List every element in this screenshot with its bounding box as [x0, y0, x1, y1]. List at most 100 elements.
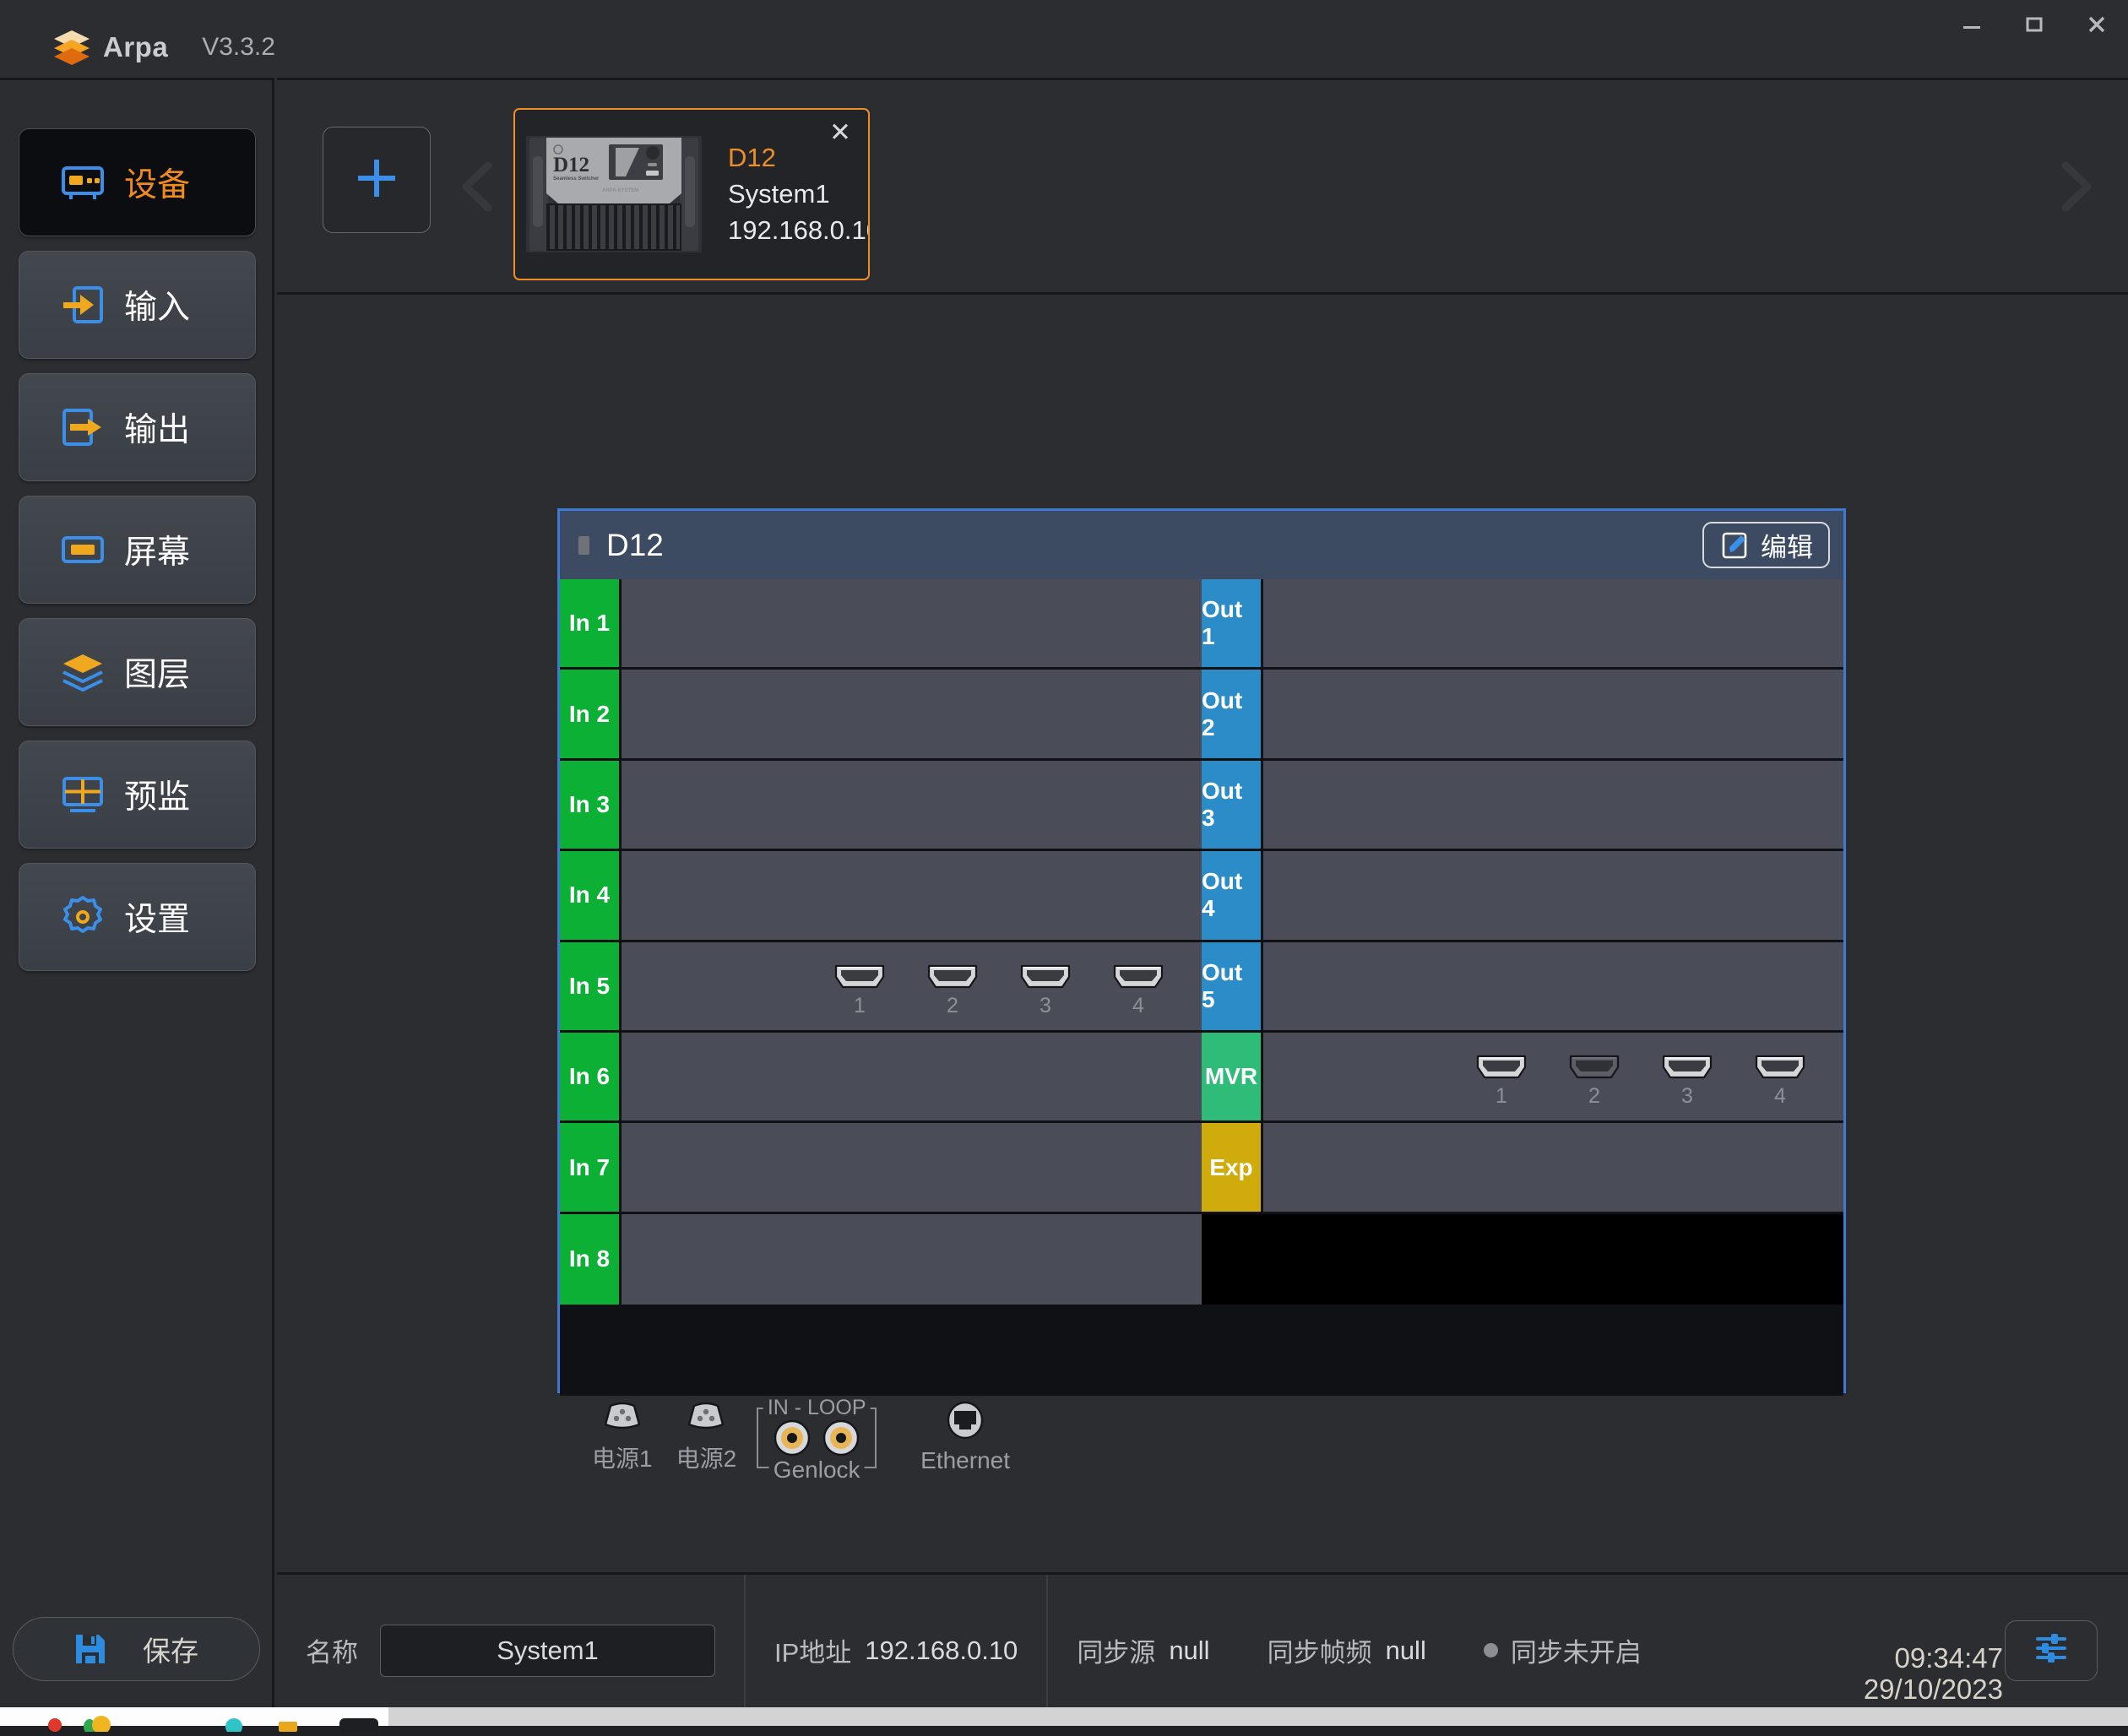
- device-card[interactable]: D12 Seamless Switcher ARPA-SYSTEM D12 Sy…: [513, 108, 870, 280]
- device-ip: 192.168.0.10: [728, 215, 870, 245]
- sidebar-item-6[interactable]: 预监: [19, 741, 256, 849]
- device-model: D12: [728, 143, 776, 172]
- svg-text:ARPA-SYSTEM: ARPA-SYSTEM: [602, 188, 638, 193]
- input-tag-label: In 5: [568, 972, 611, 999]
- save-button[interactable]: 保存: [12, 1617, 260, 1681]
- input-tag-8[interactable]: In 8: [560, 1213, 619, 1305]
- output-tag-4[interactable]: Out 4: [1202, 851, 1261, 940]
- input-tag-1[interactable]: In 1: [560, 579, 619, 668]
- output-slot-4[interactable]: [1263, 851, 1843, 940]
- next-device-button[interactable]: [2050, 157, 2101, 216]
- syncsrc-label: 同步源: [1077, 1638, 1156, 1668]
- output-tag-label: Out 4: [1202, 868, 1243, 922]
- port-in-1[interactable]: 1: [834, 964, 885, 1017]
- output-slot-6[interactable]: 4 3 2 1: [1263, 1032, 1843, 1121]
- edit-button[interactable]: 编辑: [1702, 522, 1830, 568]
- input-slot-6[interactable]: [622, 1032, 1202, 1121]
- input-slot-3[interactable]: [622, 760, 1202, 849]
- sidebar-item-2[interactable]: 输入: [19, 251, 256, 359]
- genlock-connector[interactable]: IN - LOOP Genlock: [757, 1396, 877, 1484]
- sync-config-button[interactable]: [2005, 1619, 2098, 1681]
- connector-1[interactable]: 电源1: [592, 1401, 653, 1474]
- input-slot-5[interactable]: 4 3 2 1: [622, 941, 1202, 1030]
- output-tag-3[interactable]: Out 3: [1202, 760, 1261, 849]
- sidebar-item-7[interactable]: 设置: [19, 863, 256, 971]
- port-out-2[interactable]: 2: [1569, 1055, 1620, 1107]
- add-device-button[interactable]: [323, 127, 431, 233]
- taskbar-icon-1[interactable]: [44, 1713, 66, 1732]
- taskbar-icon-5[interactable]: [336, 1713, 382, 1733]
- device-icon: [60, 160, 106, 205]
- input-tag-5[interactable]: In 5: [560, 941, 619, 1030]
- os-taskbar[interactable]: [0, 1707, 2128, 1735]
- connector-4[interactable]: Ethernet: [920, 1401, 1010, 1474]
- input-slot-7[interactable]: [622, 1123, 1202, 1212]
- maximize-button[interactable]: [2003, 0, 2066, 49]
- input-slot-1[interactable]: [622, 579, 1202, 668]
- input-tag-6[interactable]: In 6: [560, 1032, 619, 1121]
- output-slot-7[interactable]: [1263, 1123, 1843, 1212]
- input-icon: [60, 282, 106, 328]
- row-input-half: In 5 4 3 2 1: [560, 941, 1202, 1030]
- sidebar-item-4[interactable]: 屏幕: [19, 496, 256, 604]
- output-tag-2[interactable]: Out 2: [1202, 670, 1261, 758]
- output-tag-7[interactable]: Exp: [1202, 1123, 1261, 1212]
- plus-icon: [353, 155, 400, 206]
- output-slot-3[interactable]: [1263, 760, 1843, 849]
- ip-label: IP地址: [774, 1638, 852, 1668]
- brand-name: Arpa: [103, 31, 169, 62]
- output-slot-5[interactable]: [1263, 941, 1843, 1030]
- input-tag-label: In 3: [568, 790, 611, 817]
- input-tag-2[interactable]: In 2: [560, 670, 619, 758]
- input-tag-3[interactable]: In 3: [560, 760, 619, 849]
- device-strip: D12 Seamless Switcher ARPA-SYSTEM D12 Sy…: [277, 78, 2128, 295]
- status-square-icon: [578, 535, 589, 555]
- row-output-half: [1202, 1213, 1843, 1305]
- output-tag-1[interactable]: Out 1: [1202, 579, 1261, 668]
- input-tag-7[interactable]: In 7: [560, 1123, 619, 1212]
- input-slot-4[interactable]: [622, 851, 1202, 940]
- svg-text:Seamless Switcher: Seamless Switcher: [553, 176, 600, 182]
- layers-logo-icon: [52, 29, 91, 66]
- output-tag-5[interactable]: Out 5: [1202, 941, 1261, 1030]
- save-floppy-icon: [73, 1632, 107, 1666]
- hdmi-port-icon: [1020, 964, 1071, 994]
- sidebar-item-1[interactable]: 设备: [19, 128, 256, 236]
- input-tag-4[interactable]: In 4: [560, 851, 619, 940]
- minimize-button[interactable]: [1941, 0, 2003, 49]
- row-input-half: In 4: [560, 851, 1202, 940]
- output-slot-2[interactable]: [1263, 670, 1843, 758]
- prev-device-button[interactable]: [453, 157, 503, 216]
- port-in-2[interactable]: 2: [927, 964, 978, 1017]
- input-slot-8[interactable]: [622, 1213, 1202, 1305]
- preview-icon: [60, 772, 106, 817]
- port-in-4[interactable]: 4: [1113, 964, 1164, 1017]
- connector-row: 电源1 电源2 IN - LOOP Genlock Ethernet: [560, 1396, 1843, 1484]
- output-tag-label: MVR: [1204, 1063, 1258, 1090]
- syncfreq-label: 同步帧频: [1267, 1638, 1372, 1668]
- sidebar-item-3[interactable]: 输出: [19, 373, 256, 481]
- input-slot-2[interactable]: [622, 670, 1202, 758]
- close-icon[interactable]: ✕: [828, 119, 853, 145]
- ethernet-rj45-icon: [946, 1401, 985, 1444]
- taskbar-icon-2[interactable]: [81, 1713, 111, 1734]
- hdmi-port-icon: [927, 964, 978, 994]
- output-slot-1[interactable]: [1263, 579, 1843, 668]
- taskbar-icon-3[interactable]: [221, 1713, 243, 1735]
- name-input[interactable]: System1: [380, 1624, 715, 1677]
- output-tag-6[interactable]: MVR: [1202, 1032, 1261, 1121]
- status-sync-state-cell: 同步未开启: [1455, 1575, 1670, 1726]
- port-out-4[interactable]: 4: [1755, 1055, 1805, 1107]
- sidebar-item-label: 输出: [124, 412, 191, 448]
- sidebar-item-5[interactable]: 图层: [19, 618, 256, 726]
- close-button[interactable]: [2066, 0, 2128, 49]
- port-number: 4: [1132, 993, 1144, 1017]
- sidebar-item-label: 屏幕: [124, 534, 191, 571]
- port-out-1[interactable]: 1: [1476, 1055, 1527, 1107]
- port-in-3[interactable]: 3: [1020, 964, 1071, 1017]
- hdmi-port-icon: [834, 964, 885, 994]
- connector-2[interactable]: 电源2: [676, 1401, 736, 1474]
- taskbar-icon-4[interactable]: [275, 1713, 297, 1732]
- port-out-3[interactable]: 3: [1662, 1055, 1713, 1107]
- io-row: In 5 4 3 2 1 Out 5: [560, 941, 1843, 1033]
